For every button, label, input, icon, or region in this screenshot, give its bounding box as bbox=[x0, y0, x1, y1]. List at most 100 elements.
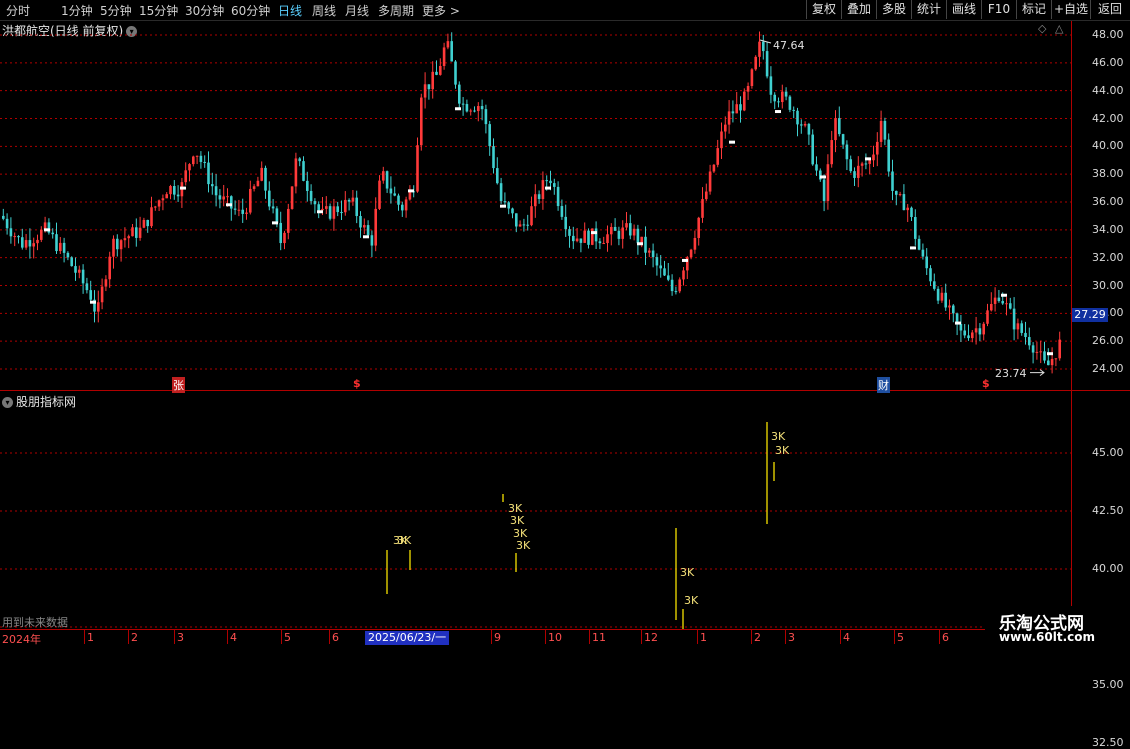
candle-down bbox=[674, 291, 678, 293]
candle-up bbox=[13, 236, 16, 238]
candle-down bbox=[636, 228, 640, 244]
low-price-label: 23.74 bbox=[995, 367, 1027, 380]
candle-up bbox=[290, 186, 294, 209]
period-1min[interactable]: 1分钟 bbox=[61, 2, 93, 19]
event-marker-dollar[interactable]: $ bbox=[353, 377, 361, 390]
candle-up bbox=[195, 155, 199, 157]
candle-down bbox=[997, 297, 1001, 302]
candle-down bbox=[450, 41, 453, 62]
candle-up bbox=[104, 279, 108, 287]
period-daily[interactable]: 日线 bbox=[278, 2, 302, 19]
candle-up bbox=[260, 167, 263, 181]
candle-up bbox=[625, 223, 628, 228]
indicator-tick-label: 40.00 bbox=[1092, 562, 1124, 575]
period-multi[interactable]: 多周期 bbox=[378, 2, 414, 19]
candle-up bbox=[743, 91, 746, 111]
candle-up bbox=[640, 236, 643, 244]
date-tick-label: 2 bbox=[754, 631, 761, 644]
candle-up bbox=[294, 158, 298, 187]
candle-down bbox=[921, 249, 925, 257]
candle-down bbox=[815, 164, 818, 171]
candle-down bbox=[89, 290, 92, 300]
period-15min[interactable]: 15分钟 bbox=[139, 2, 178, 19]
candle-up bbox=[906, 207, 909, 211]
date-tick bbox=[894, 630, 895, 644]
date-tick bbox=[174, 630, 175, 644]
candle-down bbox=[484, 109, 488, 125]
candle-up bbox=[142, 219, 146, 228]
candle-up bbox=[382, 171, 385, 181]
candle-down bbox=[74, 266, 77, 273]
candle-up bbox=[872, 154, 875, 161]
event-marker-dollar[interactable]: $ bbox=[982, 377, 990, 390]
overlay-button[interactable]: 叠加 bbox=[841, 0, 876, 19]
candle-down bbox=[366, 225, 370, 236]
candle-up bbox=[621, 227, 624, 239]
stats-button[interactable]: 统计 bbox=[911, 0, 946, 19]
high-pointer bbox=[759, 39, 772, 44]
period-intraday[interactable]: 分时 bbox=[6, 2, 30, 19]
low-pointer bbox=[1030, 369, 1045, 377]
candle-down bbox=[796, 110, 799, 125]
high-price-label: 47.64 bbox=[773, 39, 805, 52]
candle-down bbox=[549, 180, 552, 184]
add-watchlist-button[interactable]: +自选 bbox=[1051, 0, 1090, 19]
candle-down bbox=[917, 238, 921, 250]
marker-dot bbox=[682, 258, 688, 262]
period-5min[interactable]: 5分钟 bbox=[100, 2, 132, 19]
candle-down bbox=[302, 161, 305, 181]
marker-dot bbox=[1047, 352, 1053, 356]
candle-up bbox=[974, 328, 978, 333]
candle-down bbox=[435, 71, 438, 75]
marker-dot bbox=[90, 300, 96, 304]
candle-down bbox=[17, 236, 20, 238]
date-tick-label: 4 bbox=[230, 631, 237, 644]
candle-up bbox=[154, 206, 157, 208]
marker-dot bbox=[317, 210, 323, 214]
candle-down bbox=[66, 252, 70, 258]
candle-down bbox=[864, 163, 868, 165]
candle-down bbox=[480, 106, 484, 110]
candle-down bbox=[765, 51, 769, 77]
candle-down bbox=[454, 61, 457, 85]
date-tick bbox=[939, 630, 940, 644]
period-60min[interactable]: 60分钟 bbox=[231, 2, 270, 19]
candle-up bbox=[119, 240, 123, 250]
candle-down bbox=[773, 94, 776, 102]
period-monthly[interactable]: 月线 bbox=[345, 2, 369, 19]
mark-button[interactable]: 标记 bbox=[1016, 0, 1051, 19]
marker-dot bbox=[820, 175, 826, 179]
candle-down bbox=[507, 202, 510, 209]
candle-down bbox=[62, 242, 66, 253]
candle-up bbox=[188, 164, 191, 171]
candle-down bbox=[784, 91, 788, 97]
draw-button[interactable]: 画线 bbox=[946, 0, 981, 19]
candle-down bbox=[925, 256, 928, 269]
period-weekly[interactable]: 周线 bbox=[312, 2, 336, 19]
candle-down bbox=[2, 215, 5, 219]
candle-down bbox=[568, 229, 571, 236]
candle-down bbox=[1043, 351, 1046, 361]
multi-stock-button[interactable]: 多股 bbox=[876, 0, 911, 19]
candle-up bbox=[169, 186, 172, 195]
candle-down bbox=[902, 194, 906, 211]
candle-down bbox=[9, 228, 13, 237]
period-30min[interactable]: 30分钟 bbox=[185, 2, 224, 19]
candle-down bbox=[28, 240, 32, 247]
candle-up bbox=[708, 171, 712, 192]
adjust-button[interactable]: 复权 bbox=[806, 0, 841, 19]
candle-down bbox=[811, 134, 814, 165]
candle-down bbox=[401, 204, 404, 211]
candle-up bbox=[157, 200, 161, 207]
candle-up bbox=[222, 196, 225, 200]
f10-button[interactable]: F10 bbox=[981, 0, 1016, 19]
candle-down bbox=[176, 194, 180, 197]
candle-down bbox=[393, 193, 396, 196]
candle-down bbox=[55, 234, 58, 252]
period-more[interactable]: 更多 > bbox=[422, 2, 460, 19]
candle-up bbox=[727, 111, 731, 125]
candle-up bbox=[442, 47, 446, 67]
price-tick-label: 34.00 bbox=[1092, 222, 1124, 236]
candle-up bbox=[648, 250, 651, 253]
back-button[interactable]: 返回 bbox=[1090, 0, 1129, 19]
